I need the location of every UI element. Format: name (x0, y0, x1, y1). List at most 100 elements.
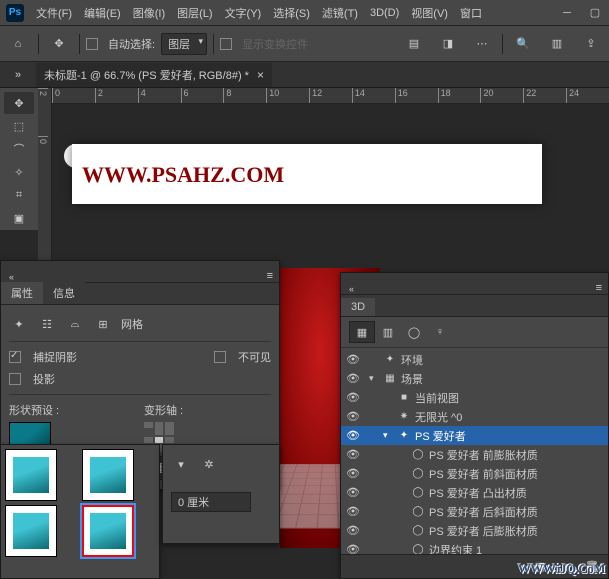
tree-row-label: PS 爱好者 后膨胀材质 (429, 523, 538, 539)
tree-row-label: PS 爱好者 (415, 428, 466, 444)
marquee-tool[interactable]: ⬚ (4, 115, 34, 137)
tools-panel: ✥ ⬚ ⌒ ✧ ⌗ ▣ (0, 88, 38, 230)
deform-icon[interactable]: ☷ (37, 314, 57, 334)
menu-window[interactable]: 窗口 (454, 5, 488, 21)
gear-icon[interactable]: ✲ (199, 454, 219, 474)
visibility-eye-icon[interactable]: 👁 (345, 448, 361, 461)
tree-row-label: 场景 (401, 371, 423, 387)
move-tool-icon[interactable]: ✥ (45, 30, 73, 58)
share-icon[interactable]: ⇪ (577, 30, 605, 58)
tab-info[interactable]: 信息 (43, 282, 85, 304)
close-tab-icon[interactable]: × (257, 68, 264, 82)
visibility-eye-icon[interactable]: 👁 (345, 391, 361, 404)
visibility-eye-icon[interactable]: 👁 (345, 505, 361, 518)
visibility-eye-icon[interactable]: 👁 (345, 524, 361, 537)
projection-checkbox[interactable] (9, 373, 21, 385)
cap-icon[interactable]: ⌓ (65, 314, 85, 334)
twisty-icon[interactable]: ▾ (383, 430, 393, 441)
visibility-eye-icon[interactable]: 👁 (345, 467, 361, 480)
panel-collapse-icon[interactable]: « (343, 284, 360, 294)
preset-thumb-3[interactable] (5, 505, 57, 557)
visibility-eye-icon[interactable]: 👁 (345, 410, 361, 423)
catch-shadow-checkbox[interactable] (9, 351, 21, 363)
home-icon[interactable]: ⌂ (4, 30, 32, 58)
menu-filter[interactable]: 滤镜(T) (316, 5, 364, 21)
twisty-icon[interactable]: ▾ (369, 373, 379, 384)
auto-select-label: 自动选择: (108, 36, 155, 52)
node-type-icon: ◯ (411, 525, 425, 536)
frame-tool[interactable]: ▣ (4, 207, 34, 229)
invisible-checkbox[interactable] (214, 351, 226, 363)
node-type-icon: ✷ (397, 411, 411, 422)
3d-filter-light-icon[interactable]: ♀ (427, 321, 453, 343)
node-type-icon: ✦ (397, 430, 411, 441)
tree-row[interactable]: 👁■当前视图 (341, 388, 608, 407)
menu-3d[interactable]: 3D(D) (364, 7, 405, 19)
layer-dropdown[interactable]: 图层 (161, 33, 207, 55)
visibility-eye-icon[interactable]: 👁 (345, 486, 361, 499)
3d-scene-tree: 👁✦环境👁▾▦场景👁■当前视图👁✷无限光 ^0👁▾✦PS 爱好者👁◯PS 爱好者… (341, 348, 608, 578)
menu-image[interactable]: 图像(I) (127, 5, 171, 21)
tree-row[interactable]: 👁◯PS 爱好者 凸出材质 (341, 483, 608, 502)
crop-tool[interactable]: ⌗ (4, 184, 34, 206)
extrude-depth-input[interactable] (171, 492, 251, 512)
coords-icon[interactable]: ⊞ (93, 314, 113, 334)
preset-thumb-2[interactable] (82, 449, 134, 501)
3dmode-icon[interactable]: ◨ (434, 30, 462, 58)
preset-picker-panel (0, 444, 160, 579)
3d-filter-scene-icon[interactable]: ▦ (349, 321, 375, 343)
tree-row[interactable]: 👁✦环境 (341, 350, 608, 369)
visibility-eye-icon[interactable]: 👁 (345, 429, 361, 442)
horizontal-ruler: 024681012141618202224 (52, 88, 609, 104)
node-type-icon: ◯ (411, 487, 425, 498)
3d-filter-mesh-icon[interactable]: ▥ (375, 321, 401, 343)
menu-view[interactable]: 视图(V) (405, 5, 454, 21)
options-more-icon[interactable]: ⋯ (468, 30, 496, 58)
menu-edit[interactable]: 编辑(E) (78, 5, 127, 21)
dock-toggle-icon[interactable]: » (8, 65, 28, 85)
tree-row[interactable]: 👁◯PS 爱好者 后斜面材质 (341, 502, 608, 521)
panel-menu-icon[interactable]: ≡ (590, 282, 608, 294)
divider (502, 34, 503, 54)
auto-select-checkbox[interactable] (86, 38, 98, 50)
tree-row-label: PS 爱好者 前膨胀材质 (429, 447, 538, 463)
menu-select[interactable]: 选择(S) (267, 5, 316, 21)
document-canvas[interactable]: WWW.PSAHZ.COM (72, 144, 542, 204)
show-transform-label: 显示变换控件 (242, 36, 308, 52)
window-minimize[interactable]: ─ (553, 0, 581, 26)
panel-menu-icon[interactable]: ≡ (261, 270, 279, 282)
tree-row[interactable]: 👁 ▾ ✦ PS 爱好者 (341, 426, 608, 445)
lasso-tool[interactable]: ⌒ (4, 138, 34, 160)
visibility-eye-icon[interactable]: 👁 (345, 372, 361, 385)
align-icon[interactable]: ▤ (400, 30, 428, 58)
divider (79, 34, 80, 54)
tree-row[interactable]: 👁 ✷ 无限光 ^0 (341, 407, 608, 426)
menu-type[interactable]: 文字(Y) (219, 5, 268, 21)
visibility-eye-icon[interactable]: 👁 (345, 353, 361, 366)
mesh-icon[interactable]: ✦ (9, 314, 29, 334)
document-tab[interactable]: 未标题-1 @ 66.7% (PS 爱好者, RGB/8#) * × (36, 63, 272, 87)
tree-row-label: 无限光 ^0 (415, 409, 462, 425)
show-transform-checkbox[interactable] (220, 38, 232, 50)
invisible-label: 不可见 (238, 349, 271, 365)
menu-layer[interactable]: 图层(L) (171, 5, 218, 21)
3d-filter-material-icon[interactable]: ◯ (401, 321, 427, 343)
move-tool[interactable]: ✥ (4, 92, 34, 114)
tree-row[interactable]: 👁▾▦场景 (341, 369, 608, 388)
shape-preset-label: 形状预设 : (9, 402, 136, 418)
preset-thumb-1[interactable] (5, 449, 57, 501)
tree-row[interactable]: 👁 ◯ PS 爱好者 后膨胀材质 (341, 521, 608, 540)
arrange-icon[interactable]: ▥ (543, 30, 571, 58)
chevron-down-icon[interactable]: ▾ (171, 454, 191, 474)
tab-3d[interactable]: 3D (341, 298, 375, 316)
tree-row[interactable]: 👁◯PS 爱好者 前膨胀材质 (341, 445, 608, 464)
search-icon[interactable]: 🔍 (509, 30, 537, 58)
extra-controls-panel: ▾ ✲ (162, 444, 280, 544)
window-maximize[interactable]: ▢ (581, 0, 609, 26)
tab-properties[interactable]: 属性 (1, 282, 43, 304)
menu-file[interactable]: 文件(F) (30, 5, 78, 21)
preset-thumb-4-selected[interactable] (82, 505, 134, 557)
magic-wand-tool[interactable]: ✧ (4, 161, 34, 183)
panel-collapse-icon[interactable]: « (3, 272, 20, 282)
tree-row[interactable]: 👁◯PS 爱好者 前斜面材质 (341, 464, 608, 483)
